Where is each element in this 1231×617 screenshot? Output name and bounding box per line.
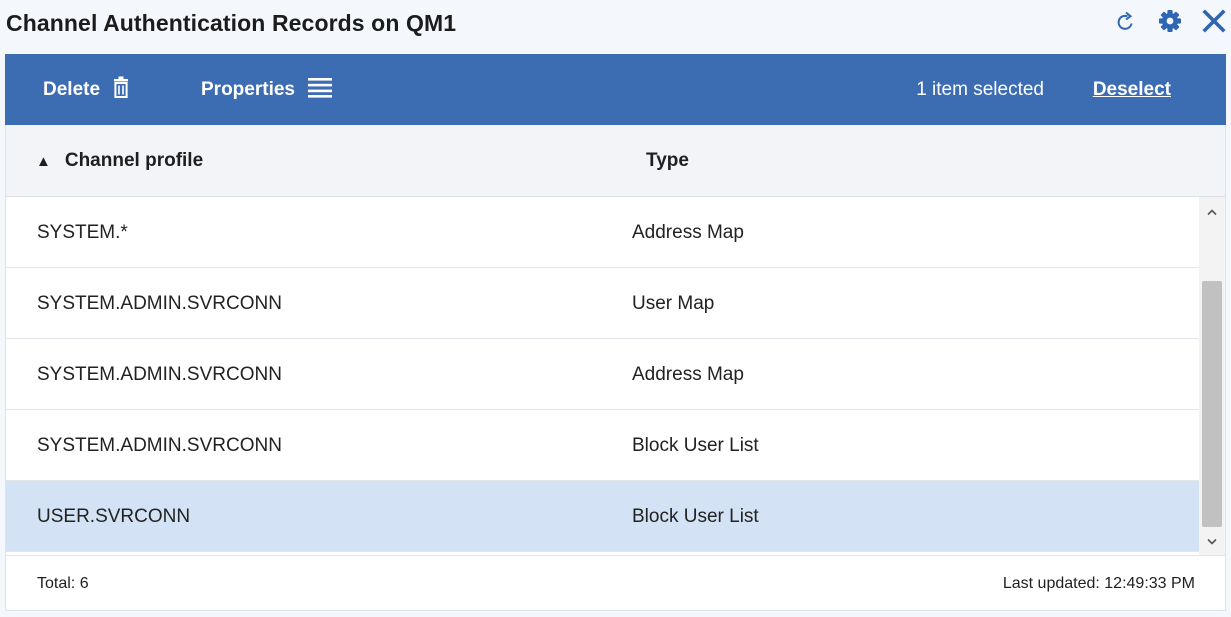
table-row-selected[interactable]: USER.SVRCONN Block User List (6, 481, 1199, 552)
deselect-link[interactable]: Deselect (1093, 54, 1171, 125)
delete-button[interactable]: Delete (43, 54, 130, 125)
trash-icon (112, 75, 130, 105)
cell-type: Address Map (632, 363, 744, 385)
list-icon (307, 76, 333, 104)
selection-count: 1 item selected (916, 78, 1044, 100)
cell-type: User Map (632, 292, 715, 314)
selection-toolbar: Delete Properties 1 item selected Desele… (5, 54, 1226, 125)
widget-title: Channel Authentication Records on QM1 (6, 10, 457, 36)
table-row[interactable]: SYSTEM.ADMIN.SVRCONN Block User List (6, 410, 1199, 481)
gear-icon[interactable] (1157, 7, 1183, 35)
cell-channel-profile: SYSTEM.ADMIN.SVRCONN (37, 292, 282, 314)
scroll-up-icon[interactable] (1199, 201, 1225, 223)
cell-type: Block User List (632, 505, 759, 527)
cell-channel-profile: SYSTEM.* (37, 221, 128, 243)
properties-button[interactable]: Properties (201, 54, 333, 125)
cell-channel-profile: USER.SVRCONN (37, 505, 191, 527)
table-header: ▲ Channel profile Type (6, 125, 1225, 197)
cell-type: Block User List (632, 434, 759, 456)
table-row[interactable]: SYSTEM.* Address Map (6, 197, 1199, 268)
column-header-channel-profile[interactable]: ▲ Channel profile (36, 125, 203, 197)
cell-type: Address Map (632, 221, 744, 243)
widget-title-bar: Channel Authentication Records on QM1 (0, 0, 1231, 52)
properties-label: Properties (201, 78, 295, 100)
sort-ascending-icon: ▲ (36, 152, 51, 170)
delete-label: Delete (43, 78, 101, 100)
last-updated: Last updated: 12:49:33 PM (1002, 574, 1195, 592)
title-actions (1113, 4, 1227, 38)
cell-channel-profile: SYSTEM.ADMIN.SVRCONN (37, 363, 282, 385)
column-header-label: Type (646, 150, 689, 171)
scroll-down-icon[interactable] (1199, 531, 1225, 553)
column-header-label: Channel profile (64, 150, 204, 171)
table-scrollbar[interactable] (1199, 197, 1225, 555)
total-count: Total: 6 (37, 574, 89, 592)
scrollbar-thumb[interactable] (1202, 281, 1222, 527)
channel-auth-records-widget: Channel Authentication Records on QM1 De… (0, 0, 1231, 617)
cell-channel-profile: SYSTEM.ADMIN.SVRCONN (37, 434, 282, 456)
table-row[interactable]: SYSTEM.ADMIN.SVRCONN User Map (6, 268, 1199, 339)
table-row[interactable]: SYSTEM.ADMIN.SVRCONN Address Map (6, 339, 1199, 410)
refresh-icon[interactable] (1113, 7, 1139, 35)
table-footer: Total: 6 Last updated: 12:49:33 PM (6, 555, 1225, 610)
table-body: SYSTEM.* Address Map SYSTEM.ADMIN.SVRCON… (6, 197, 1199, 555)
column-header-type[interactable]: Type (646, 125, 689, 197)
close-icon[interactable] (1201, 7, 1227, 35)
records-table: ▲ Channel profile Type SYSTEM.* Address … (5, 125, 1226, 611)
